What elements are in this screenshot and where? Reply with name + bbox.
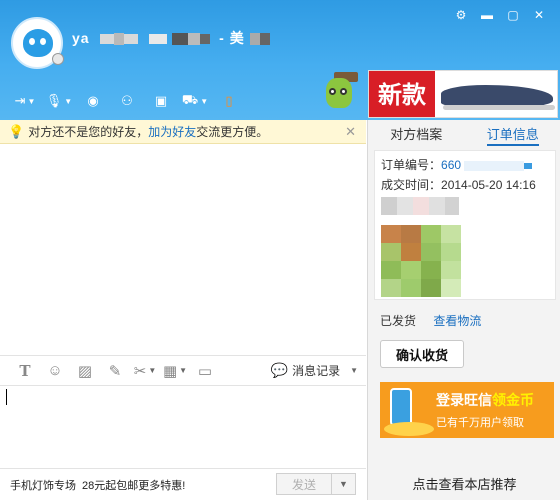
phone-transfer-icon[interactable]: ▯ bbox=[214, 90, 244, 112]
emoji-icon[interactable]: ☺ bbox=[40, 360, 70, 382]
add-contact-icon[interactable]: ⚇ bbox=[112, 90, 142, 112]
avatar[interactable] bbox=[11, 17, 64, 69]
phone-icon bbox=[390, 388, 412, 426]
promo-subline: 已有千万用户领取 bbox=[436, 417, 524, 429]
maximize-icon[interactable]: ▢ bbox=[506, 8, 520, 22]
gear-icon[interactable]: ⚙ bbox=[454, 8, 468, 22]
video-icon[interactable]: ◉ bbox=[78, 90, 108, 112]
friend-tip-bar: 💡 对方还不是您的好友， 加为好友 交流更方便。 ✕ bbox=[0, 120, 366, 144]
input-toolbar: T ☺ ▨ ✎ ✂ ▼ ▦ ▼ ▭ 💬 消息记录 ▼ bbox=[0, 355, 366, 385]
order-time-row: 成交时间：2014-05-20 14:16 bbox=[381, 175, 549, 195]
close-icon[interactable]: ✕ bbox=[345, 124, 356, 140]
lightbulb-icon: 💡 bbox=[8, 123, 25, 139]
bottom-bar: 手机灯饰专场 28元起包邮更多特惠! 发送 ▼ bbox=[0, 468, 366, 500]
gold-coin-promo-banner[interactable]: 登录旺信领金币 已有千万用户领取 bbox=[380, 382, 554, 438]
send-group: 发送 ▼ bbox=[276, 473, 356, 495]
confirm-receipt-button[interactable]: 确认收货 bbox=[380, 340, 464, 368]
window-controls: ⚙ ▬ ▢ ✕ bbox=[454, 8, 546, 22]
shake-icon[interactable]: ▭ bbox=[190, 360, 220, 382]
file-transfer-icon[interactable]: ⇥ ▼ bbox=[10, 90, 40, 112]
gold-coins-icon bbox=[384, 422, 434, 436]
edit-icon[interactable]: ✎ bbox=[100, 360, 130, 382]
chat-toolbar: ⇥ ▼ 🎙 ▼ ◉ ⚇ ▣ ⛟ ▼ ▯ bbox=[10, 90, 244, 112]
chat-history[interactable] bbox=[0, 145, 366, 355]
order-number-row: 订单编号：660 bbox=[381, 155, 549, 175]
promo-text[interactable]: 28元起包邮更多特惠! bbox=[82, 477, 185, 493]
contact-name-suffix: - 美 bbox=[219, 30, 245, 46]
chat-header: ya - 美 ⚙ ▬ ▢ ✕ ⇥ ▼ 🎙 ▼ ◉ ⚇ ▣ ⛟ ▼ ▯ 新款 bbox=[0, 0, 560, 120]
right-panel: 对方档案 订单信息 订单编号：660 成交时间：2014-05-20 14:16 bbox=[367, 120, 560, 500]
order-time-label: 成交时间： bbox=[381, 178, 442, 192]
view-logistics-link[interactable]: 查看物流 bbox=[433, 314, 481, 328]
tab-profile[interactable]: 对方档案 bbox=[368, 120, 465, 150]
ad-text: 新款 bbox=[369, 71, 435, 117]
status-clock-icon bbox=[52, 53, 64, 65]
tab-order-info[interactable]: 订单信息 bbox=[465, 120, 560, 150]
image-icon[interactable]: ▨ bbox=[70, 360, 100, 382]
panel-tabs: 对方档案 订单信息 bbox=[368, 120, 560, 150]
message-record-button[interactable]: 💬 消息记录 ▼ bbox=[271, 362, 358, 379]
contact-name-prefix: ya bbox=[72, 30, 90, 46]
order-number-label: 订单编号： bbox=[381, 158, 442, 172]
order-title-blurred bbox=[381, 195, 549, 219]
chevron-down-icon[interactable]: ▼ bbox=[350, 366, 358, 375]
shoe-image bbox=[441, 85, 553, 107]
wangwang-mascot-icon bbox=[23, 29, 53, 57]
minimize-icon[interactable]: ▬ bbox=[480, 8, 494, 22]
tip-text: 对方还不是您的好友， bbox=[28, 125, 149, 139]
shoe-ad-banner[interactable]: 新款 bbox=[368, 70, 558, 118]
add-friend-link[interactable]: 加为好友 bbox=[148, 123, 196, 140]
order-number-value[interactable]: 660 bbox=[441, 158, 461, 172]
contact-name[interactable]: ya - 美 bbox=[72, 28, 270, 48]
voice-icon[interactable]: 🎙 ▼ bbox=[44, 90, 74, 112]
store-recommend-link[interactable]: 点击查看本店推荐 bbox=[368, 470, 560, 500]
product-thumbnail[interactable] bbox=[381, 225, 461, 297]
chevron-down-icon[interactable]: ▼ bbox=[332, 473, 356, 495]
message-input[interactable] bbox=[0, 385, 366, 467]
screenshot-icon[interactable]: ✂ ▼ bbox=[130, 360, 160, 382]
remote-assist-icon[interactable]: ▣ bbox=[146, 90, 176, 112]
green-mascot-icon[interactable] bbox=[326, 78, 352, 108]
chat-bubble-icon: 💬 bbox=[270, 362, 289, 378]
chat-window: ya - 美 ⚙ ▬ ▢ ✕ ⇥ ▼ 🎙 ▼ ◉ ⚇ ▣ ⛟ ▼ ▯ 新款 💡 … bbox=[0, 0, 560, 500]
shipping-status: 已发货 bbox=[380, 314, 417, 328]
message-record-label: 消息记录 bbox=[292, 364, 341, 378]
order-card: 订单编号：660 成交时间：2014-05-20 14:16 bbox=[374, 150, 556, 300]
order-time-value: 2014-05-20 14:16 bbox=[441, 178, 536, 192]
send-button[interactable]: 发送 bbox=[276, 473, 332, 495]
font-icon[interactable]: T bbox=[10, 360, 40, 382]
promo-title[interactable]: 手机灯饰专场 bbox=[10, 477, 76, 493]
close-icon[interactable]: ✕ bbox=[532, 8, 546, 22]
app-icon[interactable]: ⛟ ▼ bbox=[180, 90, 210, 112]
tip-text-after: 交流更方便。 bbox=[196, 125, 269, 139]
shipping-row: 已发货 查看物流 bbox=[380, 312, 481, 329]
promo-headline: 登录旺信领金币 bbox=[436, 392, 534, 408]
table-icon[interactable]: ▦ ▼ bbox=[160, 360, 190, 382]
